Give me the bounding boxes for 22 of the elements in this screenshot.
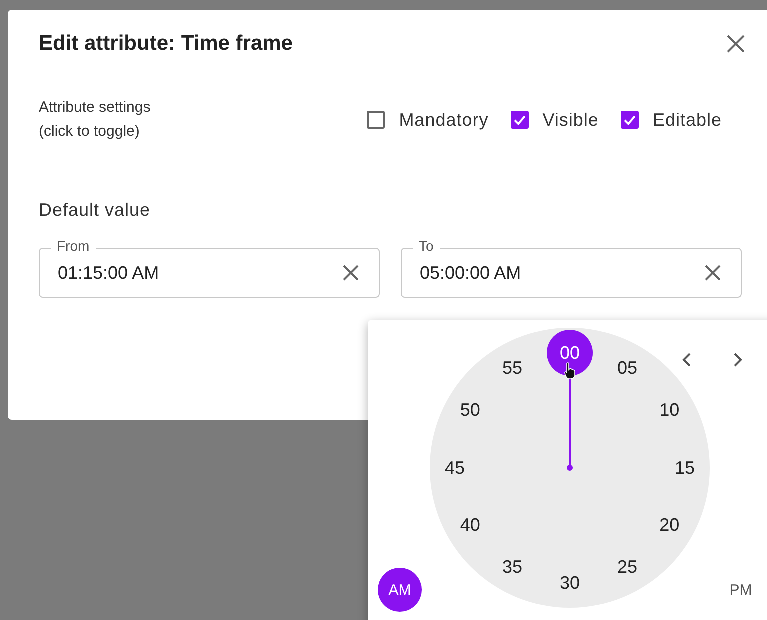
chevron-left-icon[interactable] xyxy=(682,353,692,367)
checkbox-label: Mandatory xyxy=(399,110,489,130)
settings-label: Attribute settings (click to toggle) xyxy=(39,98,151,142)
clear-icon[interactable] xyxy=(343,265,359,281)
section-label: Default value xyxy=(39,200,152,221)
chevron-right-icon[interactable] xyxy=(733,353,743,367)
close-icon[interactable] xyxy=(727,35,745,53)
hand-cursor-icon xyxy=(564,362,576,380)
period-button[interactable]: AM xyxy=(378,568,422,612)
checkbox[interactable] xyxy=(367,111,386,129)
checkbox-label: Visible xyxy=(542,110,599,130)
checkbox[interactable] xyxy=(620,111,639,129)
minute-option[interactable]: 15 xyxy=(662,445,708,491)
checkbox-label: Editable xyxy=(652,110,722,130)
period-button[interactable]: PM xyxy=(719,568,763,612)
field-label: From xyxy=(51,238,96,254)
minute-option[interactable]: 30 xyxy=(547,560,593,606)
minute-option[interactable]: 45 xyxy=(432,445,478,491)
checkbox[interactable] xyxy=(510,111,529,129)
dialog-title: Edit attribute: Time frame xyxy=(39,32,293,56)
clear-icon[interactable] xyxy=(705,265,721,281)
field-label: To xyxy=(413,238,440,254)
